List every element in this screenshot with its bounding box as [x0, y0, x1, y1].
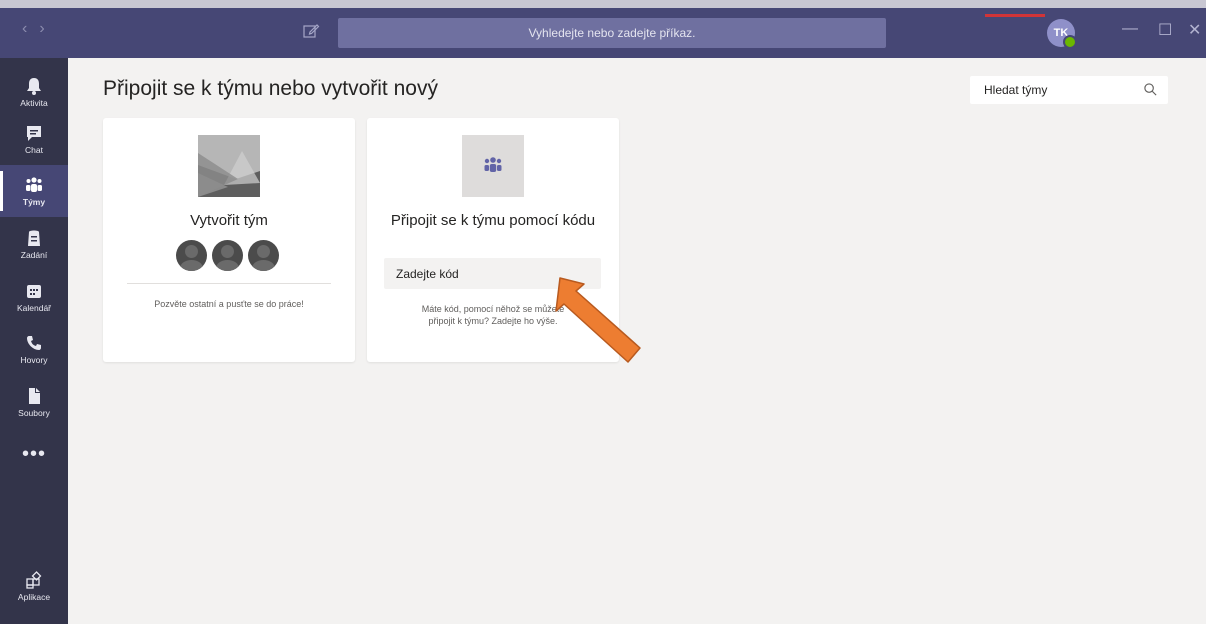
sidebar-item-apps[interactable]: Aplikace — [0, 560, 68, 612]
command-search-input[interactable]: Vyhledejte nebo zadejte příkaz. — [338, 18, 886, 48]
sidebar-item-calls[interactable]: Hovory — [0, 323, 68, 375]
teams-icon — [26, 177, 42, 192]
files-icon — [29, 388, 40, 404]
sidebar-item-label: Hovory — [20, 355, 48, 365]
join-team-card: Připojit se k týmu pomocí kódu Zadejte k… — [367, 118, 619, 362]
sidebar-item-label: Chat — [25, 145, 43, 155]
create-team-description: Pozvěte ostatní a pusťte se do práce! — [154, 299, 304, 309]
sidebar-item-assignments[interactable]: Zadání — [0, 218, 68, 270]
status-available-icon — [1063, 35, 1077, 49]
apps-icon — [26, 571, 42, 589]
window-accent — [985, 14, 1045, 17]
compose-icon[interactable] — [302, 22, 320, 40]
forward-button[interactable]: › — [39, 20, 56, 37]
assignments-icon — [28, 230, 40, 246]
team-code-input[interactable]: Zadejte kód — [384, 258, 601, 289]
back-button[interactable]: ‹ — [22, 20, 39, 37]
sidebar-item-activity[interactable]: Aktivita — [0, 66, 68, 118]
join-team-title: Připojit se k týmu pomocí kódu — [390, 212, 596, 229]
create-team-title: Vytvořit tým — [190, 212, 268, 229]
create-team-card[interactable]: Vytvořit tým Pozvěte ostatní a pusťte se… — [103, 118, 355, 362]
title-bar: ‹› Vyhledejte nebo zadejte příkaz. TK — … — [0, 0, 1206, 58]
close-button[interactable]: ✕ — [1188, 20, 1201, 40]
join-team-description: Máte kód, pomocí něhož se můžete připoji… — [421, 304, 565, 326]
sidebar-item-teams[interactable]: Týmy — [0, 165, 68, 217]
sidebar-item-label: Týmy — [22, 197, 46, 207]
bell-icon — [27, 78, 41, 95]
people-avatars — [176, 240, 282, 272]
sidebar-item-label: Aplikace — [17, 592, 51, 602]
team-code-placeholder: Zadejte kód — [396, 266, 459, 281]
chat-icon — [27, 126, 41, 141]
sidebar-item-label: Soubory — [18, 408, 50, 418]
sidebar-item-label: Aktivita — [20, 98, 48, 108]
search-teams-input[interactable]: Hledat týmy — [970, 76, 1168, 104]
sidebar-item-chat[interactable]: Chat — [0, 113, 68, 165]
phone-icon — [27, 336, 41, 350]
join-team-icon — [462, 135, 524, 197]
avatar[interactable]: TK — [1047, 19, 1077, 49]
team-image-icon — [198, 135, 260, 197]
page-title: Připojit se k týmu nebo vytvořit nový — [103, 77, 438, 100]
command-search-placeholder: Vyhledejte nebo zadejte příkaz. — [528, 26, 696, 40]
person-icon — [212, 240, 243, 271]
person-icon — [248, 240, 279, 271]
more-apps-button[interactable]: ••• — [0, 443, 68, 466]
history-nav: ‹› — [22, 20, 57, 38]
sidebar-item-files[interactable]: Soubory — [0, 376, 68, 428]
calendar-icon — [27, 285, 41, 298]
sidebar-item-label: Zadání — [20, 250, 48, 260]
app-bar: Aktivita Chat Týmy Zadání Kalendář Hovor… — [0, 58, 68, 624]
search-teams-placeholder: Hledat týmy — [984, 83, 1048, 97]
maximize-button[interactable]: ☐ — [1158, 20, 1172, 40]
search-icon[interactable] — [1143, 82, 1158, 97]
divider — [127, 283, 331, 284]
sidebar-item-label: Kalendář — [16, 303, 52, 313]
minimize-button[interactable]: — — [1122, 20, 1138, 38]
sidebar-item-calendar[interactable]: Kalendář — [0, 271, 68, 323]
person-icon — [176, 240, 207, 271]
